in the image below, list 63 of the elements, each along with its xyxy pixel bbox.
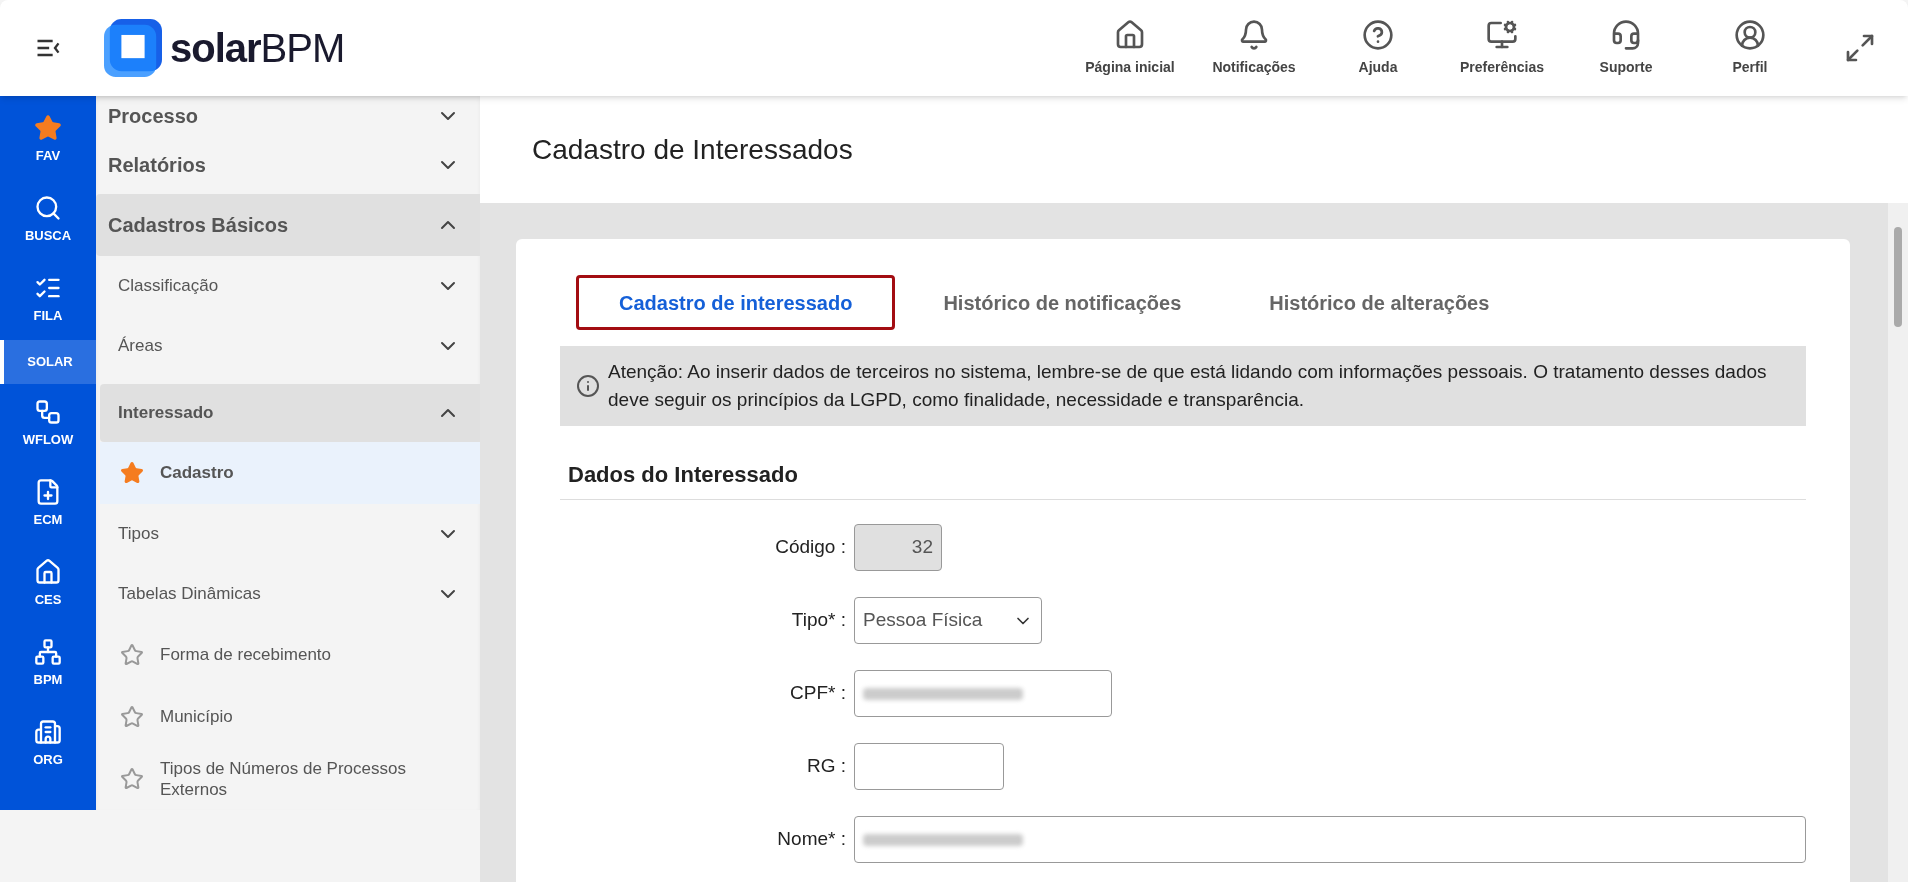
star-icon [120,705,144,729]
expand-icon[interactable] [1844,32,1876,64]
page-title: Cadastro de Interessados [532,132,853,167]
rail-icon [34,718,62,747]
star-icon [120,643,144,667]
sidebar-section[interactable]: Processo [96,96,480,136]
nav-button[interactable]: Ajuda [1316,18,1440,78]
input-field[interactable] [854,743,1004,790]
sidebar-section[interactable]: Cadastros Básicos [96,194,480,256]
section-title: Dados do Interessado [560,458,1806,500]
nav-button[interactable]: Preferências [1440,18,1564,78]
rail-item[interactable]: ORG [0,704,96,784]
sidebar-link[interactable]: Cadastro [100,442,480,504]
sidebar-group[interactable]: Tabelas Dinâmicas [100,564,480,624]
sidebar-group[interactable]: Áreas [100,316,480,376]
nav-button[interactable]: Suporte [1564,18,1688,78]
nav-button[interactable]: Notificações [1192,18,1316,78]
sidebar-group[interactable]: Interessado [100,384,480,442]
nav-icon [1734,18,1766,51]
field-label: Nome* : [776,827,846,852]
field-label: RG : [805,754,846,779]
code-field[interactable]: 32 [854,524,942,571]
rail-item[interactable]: BUSCA [0,180,96,260]
nav-icon [1610,18,1642,51]
rail-item[interactable]: FAV [0,100,96,180]
star-icon [120,767,144,791]
sidebar-link[interactable]: Tipos de Números de Processos Externos [100,748,480,810]
rail-icon [34,114,62,143]
logo-text: solarBPM [170,25,345,72]
rail-item[interactable]: SOLAR [0,340,96,384]
tab[interactable]: Cadastro de interessado [576,275,896,330]
tab[interactable]: Histórico de alterações [1229,275,1530,330]
nav-button[interactable]: Perfil [1688,18,1812,78]
field-label: Código : [774,535,846,560]
rail-item[interactable]: BPM [0,624,96,704]
rail-icon [34,638,62,667]
nav-icon [1114,18,1146,51]
sidebar-section[interactable]: Relatórios [96,136,480,194]
rail-item[interactable]: ECM [0,464,96,544]
sidebar-link[interactable]: Município [100,686,480,748]
field-label: Tipo* : [790,608,846,633]
star-icon [120,461,144,485]
field-label: CPF* : [789,681,846,706]
nav-icon [1486,18,1518,51]
input-field[interactable] [854,670,1112,717]
nav-icon [1238,18,1270,51]
sidebar-link[interactable]: Forma de recebimento [100,624,480,686]
rail-item[interactable]: CES [0,544,96,624]
rail-icon [34,194,62,223]
sidebar-group[interactable]: Tipos [100,504,480,564]
input-field[interactable] [854,816,1806,863]
notice-text: Atenção: Ao inserir dados de terceiros no sistema, lembre-se de que está lidando com informações pessoais. O tratamento desses dados deve seguir os princípios da LGPD, como finalidade, necessidade e transparência. [608,360,1768,412]
logo-icon [104,19,162,77]
tab[interactable]: Histórico de notificações [903,275,1222,330]
sidebar-group[interactable]: Classificação [100,256,480,316]
nav-button[interactable]: Página inicial [1068,18,1192,78]
rail-icon [34,398,62,427]
rail-icon [34,558,62,587]
rail-item[interactable]: WFLOW [0,384,96,464]
rail-item[interactable]: FILA [0,260,96,340]
type-select[interactable]: Pessoa Física [854,597,1042,644]
info-icon [576,374,600,398]
nav-icon [1362,18,1394,51]
